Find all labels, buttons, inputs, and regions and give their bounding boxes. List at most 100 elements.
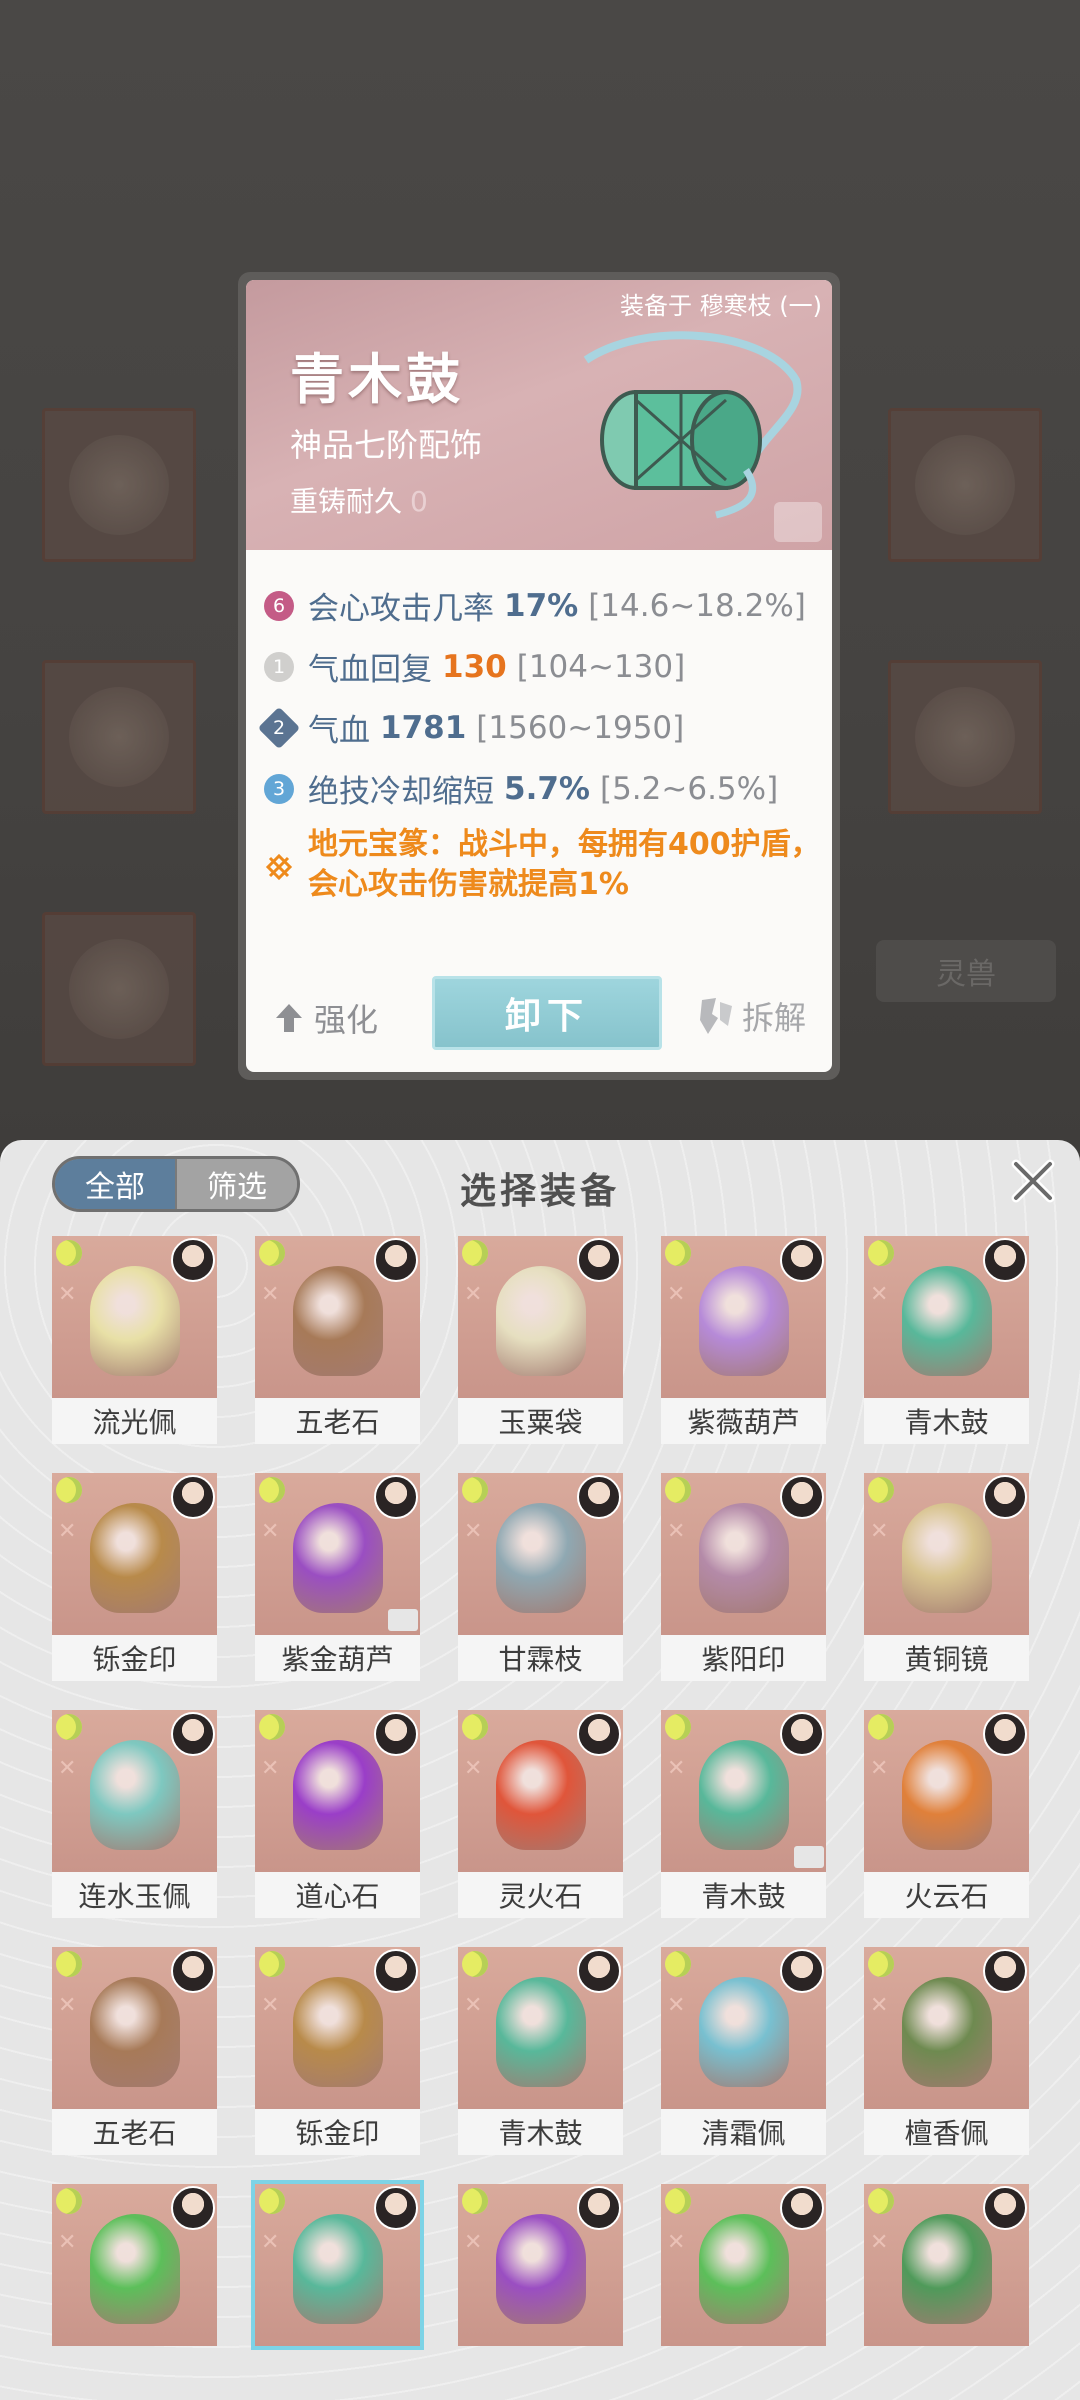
equipment-tile[interactable]: ✕ 紫金葫芦 xyxy=(255,1473,420,1681)
moon-grade-icon xyxy=(56,1240,82,1266)
filter-tabs: 全部 筛选 xyxy=(52,1156,300,1212)
moon-grade-icon xyxy=(665,1477,691,1503)
rune-icon: ✕ xyxy=(667,2230,686,2255)
equipment-label: 铄金印 xyxy=(52,1635,217,1681)
recast-durability: 重铸耐久 0 xyxy=(290,480,428,520)
rune-icon: ✕ xyxy=(870,1756,889,1781)
equipment-item-icon xyxy=(90,1503,180,1613)
equipment-art: ✕ xyxy=(661,1473,826,1635)
equipment-label: 甘霖枝 xyxy=(458,1635,623,1681)
equipment-tile[interactable]: ✕ 紫薇葫芦 xyxy=(661,1236,826,1444)
equipment-label: 火云石 xyxy=(864,1872,1029,1918)
equipment-item-icon xyxy=(90,1266,180,1376)
rune-icon: ✕ xyxy=(870,1993,889,2018)
owner-avatar-icon xyxy=(374,1712,418,1756)
stat-badge: 1 xyxy=(264,651,294,682)
unequip-button[interactable]: 卸下 xyxy=(432,976,662,1050)
moon-grade-icon xyxy=(665,2188,691,2214)
equipment-art: ✕ xyxy=(255,1710,420,1872)
owner-avatar-icon xyxy=(780,1949,824,1993)
moon-grade-icon xyxy=(462,1951,488,1977)
equipment-tile[interactable]: ✕ xyxy=(661,2184,826,2392)
equipment-tile[interactable]: ✕ 紫阳印 xyxy=(661,1473,826,1681)
equipment-item-icon xyxy=(902,2214,992,2324)
owner-avatar-icon xyxy=(983,1712,1027,1756)
equipment-item-icon xyxy=(293,1503,383,1613)
owner-avatar-icon xyxy=(983,1949,1027,1993)
equipment-tile[interactable]: ✕ 青木鼓 xyxy=(458,1947,623,2155)
stat-badge: 2 xyxy=(257,706,301,749)
equipment-tile[interactable]: ✕ 甘霖枝 xyxy=(458,1473,623,1681)
equipment-tile[interactable]: ✕ 灵火石 xyxy=(458,1710,623,1918)
equipment-tile[interactable]: ✕ 连水玉佩 xyxy=(52,1710,217,1918)
moon-grade-icon xyxy=(462,1240,488,1266)
equipment-tile[interactable]: ✕ 玉粟袋 xyxy=(458,1236,623,1444)
equipment-art: ✕ xyxy=(661,1236,826,1398)
equipment-tile[interactable]: ✕ 五老石 xyxy=(255,1236,420,1444)
equipment-item-icon xyxy=(699,1266,789,1376)
enhance-button[interactable]: 强化 xyxy=(272,995,378,1041)
equipment-tile[interactable]: ✕ 火云石 xyxy=(864,1710,1029,1918)
equipment-item-icon xyxy=(496,1503,586,1613)
equipment-art: ✕ xyxy=(661,1710,826,1872)
equipment-label: 黄铜镜 xyxy=(864,1635,1029,1681)
tab-filter[interactable]: 筛选 xyxy=(175,1159,297,1209)
recast-label: 重铸耐久 xyxy=(290,485,403,518)
equipment-tile[interactable]: ✕ 铄金印 xyxy=(255,1947,420,2155)
lock-icon[interactable] xyxy=(774,502,822,542)
equipment-art: ✕ xyxy=(255,2184,420,2346)
item-name: 青木鼓 xyxy=(290,348,464,411)
special-effect-text: 地元宝篆：战斗中，每拥有400护盾，会心攻击伤害就提高1% xyxy=(308,827,821,902)
equipment-label: 铄金印 xyxy=(255,2109,420,2155)
tab-all[interactable]: 全部 xyxy=(55,1159,175,1209)
equipment-tile[interactable]: ✕ 黄铜镜 xyxy=(864,1473,1029,1681)
equipment-item-icon xyxy=(293,1740,383,1850)
owner-avatar-icon xyxy=(171,2186,215,2230)
equipment-tile[interactable]: ✕ xyxy=(458,2184,623,2392)
rune-icon: ✕ xyxy=(261,1519,280,1544)
owner-avatar-icon xyxy=(171,1949,215,1993)
equipment-tile[interactable]: ✕ 五老石 xyxy=(52,1947,217,2155)
equipment-item-icon xyxy=(902,1266,992,1376)
moon-grade-icon xyxy=(868,2188,894,2214)
equipment-tile[interactable]: ✕ 道心石 xyxy=(255,1710,420,1918)
equipment-art: ✕ xyxy=(52,1473,217,1635)
equipment-item-icon xyxy=(90,1977,180,2087)
equipment-item-icon xyxy=(293,1266,383,1376)
special-effect: 地元宝篆：战斗中，每拥有400护盾，会心攻击伤害就提高1% xyxy=(264,825,832,905)
moon-grade-icon xyxy=(56,1477,82,1503)
equipment-art: ✕ xyxy=(52,1710,217,1872)
dismantle-button[interactable]: 拆解 xyxy=(698,993,806,1039)
rune-icon: ✕ xyxy=(870,1282,889,1307)
equipment-label: 道心石 xyxy=(255,1872,420,1918)
equipment-tile[interactable]: ✕ 流光佩 xyxy=(52,1236,217,1444)
equipment-label: 五老石 xyxy=(52,2109,217,2155)
equipment-art: ✕ xyxy=(458,1236,623,1398)
moon-grade-icon xyxy=(259,1240,285,1266)
rune-icon: ✕ xyxy=(58,1282,77,1307)
equipment-tile[interactable]: ✕ xyxy=(52,2184,217,2392)
equipment-art: ✕ xyxy=(458,2184,623,2346)
rune-icon: ✕ xyxy=(58,1756,77,1781)
moon-grade-icon xyxy=(868,1477,894,1503)
equipment-detail-card: 装备于 穆寒枝 (一) 青木鼓 神品七阶配饰 重铸耐久 0 6 会心攻击几率 17… xyxy=(238,272,840,1080)
equipment-item-icon xyxy=(90,1740,180,1850)
owner-avatar-icon xyxy=(780,2186,824,2230)
equipment-tile[interactable]: ✕ 青木鼓 xyxy=(661,1710,826,1918)
equipment-tile[interactable]: ✕ xyxy=(864,2184,1029,2392)
equipment-item-icon xyxy=(902,1977,992,2087)
equipment-tile[interactable]: ✕ 铄金印 xyxy=(52,1473,217,1681)
equipment-item-icon xyxy=(699,1977,789,2087)
green-drum-icon xyxy=(583,331,802,519)
bg-equipment-slot xyxy=(888,660,1042,814)
equipment-tile[interactable]: ✕ 清霜佩 xyxy=(661,1947,826,2155)
equipment-tile[interactable]: ✕ 檀香佩 xyxy=(864,1947,1029,2155)
stat-value: 130 xyxy=(442,648,507,685)
equipment-label: 灵火石 xyxy=(458,1872,623,1918)
equipment-art: ✕ xyxy=(661,1947,826,2109)
moon-grade-icon xyxy=(56,1951,82,1977)
close-icon[interactable] xyxy=(1008,1156,1058,1206)
equipment-tile[interactable]: ✕ xyxy=(255,2184,420,2392)
equipment-tile[interactable]: ✕ 青木鼓 xyxy=(864,1236,1029,1444)
stat-value: 17% xyxy=(504,587,579,624)
